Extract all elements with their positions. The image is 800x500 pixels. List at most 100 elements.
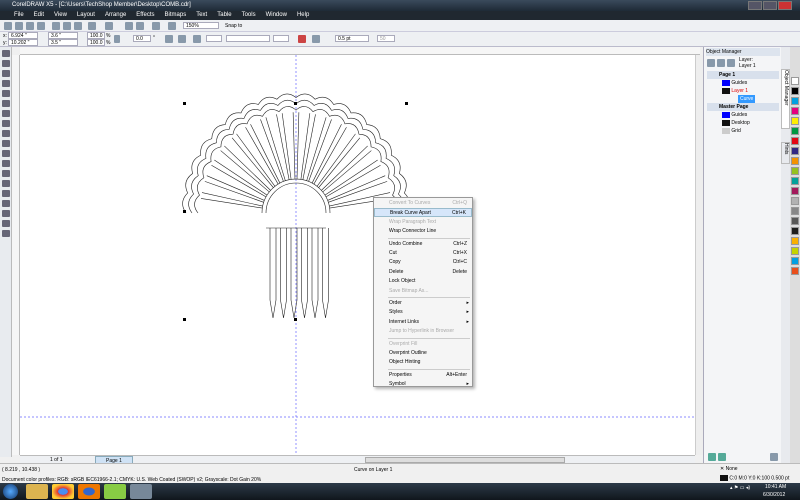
freehand-tool-icon[interactable] — [2, 90, 10, 97]
connector-tool-icon[interactable] — [2, 180, 10, 187]
close-curve-icon[interactable] — [193, 35, 201, 43]
close-button[interactable] — [778, 1, 792, 10]
context-item-internet-links[interactable]: Internet Links ▸ — [374, 318, 472, 327]
context-item-wrap-paragraph-text[interactable]: Wrap Paragraph Text — [374, 218, 472, 227]
end-arrow-select[interactable] — [273, 35, 289, 42]
menu-tools[interactable]: Tools — [242, 11, 256, 20]
lock-ratio-icon[interactable] — [114, 35, 120, 43]
palette-swatch[interactable] — [791, 117, 799, 125]
palette-swatch[interactable] — [791, 107, 799, 115]
export-icon[interactable] — [136, 22, 144, 30]
horizontal-ruler[interactable] — [20, 47, 700, 55]
palette-swatch[interactable] — [791, 97, 799, 105]
explorer-icon[interactable] — [26, 484, 48, 499]
paste-icon[interactable] — [74, 22, 82, 30]
palette-swatch[interactable] — [791, 197, 799, 205]
rotation-field[interactable]: 0.0 — [133, 35, 151, 42]
menu-text[interactable]: Text — [196, 11, 207, 20]
context-item-copy[interactable]: Copy Ctrl+C — [374, 258, 472, 267]
undo-icon[interactable] — [88, 22, 96, 30]
context-item-styles[interactable]: Styles ▸ — [374, 308, 472, 317]
context-item-overprint-outline[interactable]: Overprint Outline — [374, 349, 472, 358]
context-item-order[interactable]: Order ▸ — [374, 299, 472, 308]
palette-swatch[interactable] — [791, 87, 799, 95]
print-icon[interactable] — [37, 22, 45, 30]
eyedropper-icon[interactable] — [2, 200, 10, 207]
context-item-cut[interactable]: Cut Ctrl+X — [374, 249, 472, 258]
crop-tool-icon[interactable] — [2, 70, 10, 77]
interactive-fill-icon[interactable] — [2, 230, 10, 237]
scale-x-field[interactable]: 100.0 — [87, 32, 105, 39]
new-layer-icon[interactable] — [708, 453, 716, 461]
outline-width-select[interactable]: 0.5 pt — [335, 35, 369, 42]
context-item-delete[interactable]: Delete Delete — [374, 268, 472, 277]
new-master-layer-icon[interactable] — [718, 453, 726, 461]
palette-swatch[interactable] — [791, 77, 799, 85]
vertical-ruler[interactable] — [12, 55, 20, 455]
y-position-field[interactable]: 10.202 " — [8, 39, 38, 46]
tree-master-page[interactable]: Master Page — [707, 103, 779, 111]
new-icon[interactable] — [4, 22, 12, 30]
zoom-select[interactable]: 150% — [183, 22, 219, 29]
context-item-overprint-fill[interactable]: Overprint Fill — [374, 340, 472, 349]
clock-date[interactable]: 6/30/2012 — [763, 492, 785, 498]
palette-swatch[interactable] — [791, 137, 799, 145]
table-tool-icon[interactable] — [2, 160, 10, 167]
zoom-tool-icon[interactable] — [2, 80, 10, 87]
launcher-icon[interactable] — [152, 22, 160, 30]
menu-effects[interactable]: Effects — [136, 11, 154, 20]
tree-master-guides[interactable]: Guides — [722, 111, 747, 119]
smoothing-field[interactable]: 50 — [377, 35, 395, 42]
palette-swatch[interactable] — [791, 257, 799, 265]
rectangle-tool-icon[interactable] — [2, 110, 10, 117]
menu-help[interactable]: Help — [297, 11, 309, 20]
blend-tool-icon[interactable] — [2, 190, 10, 197]
menu-layout[interactable]: Layout — [77, 11, 95, 20]
menu-bitmaps[interactable]: Bitmaps — [165, 11, 187, 20]
context-item-save-bitmap-as[interactable]: Save Bitmap As... — [374, 287, 472, 296]
width-field[interactable]: 3.6 " — [48, 32, 78, 39]
tree-curve[interactable]: Curve — [738, 95, 756, 103]
context-item-properties[interactable]: Properties Alt+Enter — [374, 371, 472, 380]
menu-window[interactable]: Window — [266, 11, 287, 20]
polygon-tool-icon[interactable] — [2, 130, 10, 137]
palette-swatch[interactable] — [791, 147, 799, 155]
context-item-wrap-connector-line[interactable]: Wrap Connector Line — [374, 227, 472, 236]
scale-y-field[interactable]: 100.0 — [87, 39, 105, 46]
tab-object-manager[interactable]: Object Manager — [781, 69, 790, 129]
import-icon[interactable] — [125, 22, 133, 30]
edit-across-layers-icon[interactable] — [717, 59, 725, 67]
comb-drawing[interactable] — [20, 55, 695, 455]
tray-icons[interactable]: ▴ ⚑ ▭ ◂) — [730, 485, 750, 491]
redo-icon[interactable] — [105, 22, 113, 30]
show-properties-icon[interactable] — [707, 59, 715, 67]
height-field[interactable]: 3.5 " — [48, 39, 78, 46]
x-position-field[interactable]: 6.924 " — [8, 32, 38, 39]
shape-tool-icon[interactable] — [2, 60, 10, 67]
maximize-button[interactable] — [763, 1, 777, 10]
dimension-tool-icon[interactable] — [2, 170, 10, 177]
menu-arrange[interactable]: Arrange — [105, 11, 126, 20]
paint-icon[interactable] — [130, 484, 152, 499]
tab-hints[interactable]: Hints — [781, 142, 790, 164]
palette-swatch[interactable] — [791, 127, 799, 135]
mirror-v-icon[interactable] — [178, 35, 186, 43]
layer-manager-view-icon[interactable] — [727, 59, 735, 67]
minimize-button[interactable] — [748, 1, 762, 10]
palette-swatch[interactable] — [791, 207, 799, 215]
context-item-jump-to-hyperlink-in-browser[interactable]: Jump to Hyperlink in Browser — [374, 327, 472, 336]
palette-swatch[interactable] — [791, 267, 799, 275]
palette-swatch[interactable] — [791, 237, 799, 245]
tree-layer1[interactable]: Layer 1 — [722, 87, 748, 95]
context-item-convert-to-curves[interactable]: Convert To Curves Ctrl+Q — [374, 199, 472, 208]
smart-fill-icon[interactable] — [2, 100, 10, 107]
fill-tool-icon[interactable] — [2, 220, 10, 227]
menu-file[interactable]: File — [14, 11, 24, 20]
palette-swatch[interactable] — [791, 217, 799, 225]
start-arrow-select[interactable] — [206, 35, 222, 42]
copy-icon[interactable] — [63, 22, 71, 30]
clock-time[interactable]: 10:41 AM — [765, 484, 786, 490]
save-icon[interactable] — [26, 22, 34, 30]
trim-icon[interactable] — [312, 35, 320, 43]
coreldraw-icon[interactable] — [104, 484, 126, 499]
